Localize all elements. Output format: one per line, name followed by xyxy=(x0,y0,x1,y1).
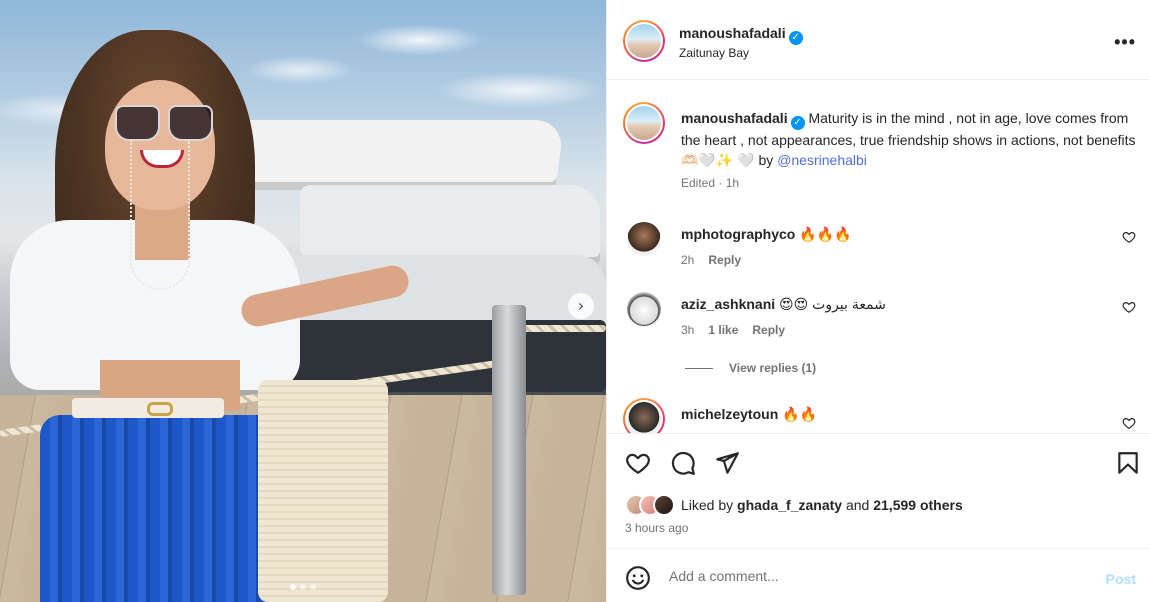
next-icon: › xyxy=(577,296,585,315)
comment-meta: 2h Reply xyxy=(681,253,741,267)
caption-meta: Edited · 1h xyxy=(681,176,740,190)
comment-username[interactable]: mphotographyco xyxy=(681,226,795,242)
post-actions: Liked by ghada_f_zanaty and 21,599 other… xyxy=(607,433,1149,549)
avatar-image xyxy=(627,24,661,58)
post-side-panel: manoushafadali ✓ Zaitunay Bay ••• manoush… xyxy=(606,0,1149,602)
view-replies-button[interactable]: View replies (1) xyxy=(685,361,816,375)
comment-time: 3h xyxy=(681,323,695,337)
caption-mention-link[interactable]: @nesrinehalbi xyxy=(777,152,867,168)
comment-item: michelzeytoun 🔥🔥 xyxy=(607,398,1149,433)
photo-bag xyxy=(258,380,388,602)
reply-button[interactable]: Reply xyxy=(708,253,741,267)
carousel-dot xyxy=(300,584,306,590)
more-options-button[interactable]: ••• xyxy=(1114,32,1136,53)
comment-text: 🔥🔥 xyxy=(782,406,818,422)
likes-count[interactable]: 21,599 others xyxy=(873,497,963,513)
emoji-icon[interactable] xyxy=(625,565,651,591)
liker-avatar[interactable] xyxy=(653,494,675,516)
photo-bollard xyxy=(492,305,526,595)
comment-item: aziz_ashknani 😍😍 شمعة بيروت 3h 1 like Re… xyxy=(607,288,1149,358)
view-replies-divider xyxy=(685,367,713,369)
post-comment-button[interactable]: Post xyxy=(1106,571,1136,587)
post-timestamp[interactable]: 3 hours ago xyxy=(625,521,688,535)
comment-body: aziz_ashknani 😍😍 شمعة بيروت xyxy=(681,296,886,313)
avatar-image xyxy=(627,222,661,256)
comments-list[interactable]: manoushafadali ✓ Maturity is in the mind … xyxy=(607,80,1149,433)
post-caption: manoushafadali ✓ Maturity is in the mind … xyxy=(681,108,1136,170)
comment-item: mphotographyco 🔥🔥🔥 2h Reply xyxy=(607,218,1149,288)
comment-meta: 3h 1 like Reply xyxy=(681,323,785,337)
heart-icon[interactable] xyxy=(625,450,651,476)
photo-necklace xyxy=(130,140,190,290)
likes-middle: and xyxy=(842,497,874,513)
commenter-avatar[interactable] xyxy=(623,398,665,433)
avatar-image xyxy=(627,292,661,326)
author-username[interactable]: manoushafadali xyxy=(679,25,786,41)
comment-likes-count[interactable]: 1 like xyxy=(708,323,738,337)
likes-prefix: Liked by xyxy=(681,497,738,513)
reply-button[interactable]: Reply xyxy=(752,323,785,337)
share-icon[interactable] xyxy=(714,450,740,476)
carousel-dot xyxy=(310,584,316,590)
avatar-image xyxy=(625,400,663,433)
verified-icon: ✓ xyxy=(790,116,805,130)
photo-belt-buckle xyxy=(147,402,173,416)
more-icon: ••• xyxy=(1114,32,1136,52)
photo-sunglasses xyxy=(168,105,213,141)
comment-icon[interactable] xyxy=(670,450,696,476)
avatar-border xyxy=(623,222,665,264)
comment-body: michelzeytoun 🔥🔥 xyxy=(681,406,817,423)
add-comment-bar: Post xyxy=(607,549,1149,602)
like-comment-heart-icon[interactable] xyxy=(1122,300,1136,314)
post-location[interactable]: Zaitunay Bay xyxy=(679,46,749,60)
post-photo[interactable]: › xyxy=(0,0,606,602)
commenter-avatar[interactable] xyxy=(623,218,665,264)
comment-time: 2h xyxy=(681,253,695,267)
bookmark-icon[interactable] xyxy=(1115,450,1141,476)
photo-skirt xyxy=(40,415,290,602)
avatar-border xyxy=(623,398,665,433)
view-replies-label: View replies (1) xyxy=(729,361,817,375)
avatar-border xyxy=(625,104,663,142)
comment-input[interactable] xyxy=(669,563,1089,589)
comment-username[interactable]: aziz_ashknani xyxy=(681,296,775,312)
comment-text: 😍😍 شمعة بيروت xyxy=(779,296,886,312)
photo-boat xyxy=(225,120,565,190)
avatar-image xyxy=(627,106,661,140)
photo-sunglasses xyxy=(115,105,160,141)
like-comment-heart-icon[interactable] xyxy=(1122,230,1136,244)
commenter-avatar[interactable] xyxy=(623,288,665,334)
caption-username[interactable]: manoushafadali xyxy=(681,110,788,126)
photo-boat xyxy=(300,185,600,265)
author-avatar[interactable] xyxy=(623,20,665,62)
like-comment-heart-icon[interactable] xyxy=(1122,416,1136,430)
post-header: manoushafadali ✓ Zaitunay Bay ••• xyxy=(607,4,1149,80)
caption-author-avatar[interactable] xyxy=(623,102,665,144)
likes-summary: Liked by ghada_f_zanaty and 21,599 other… xyxy=(625,494,963,516)
avatar-border xyxy=(623,292,665,334)
liker-username[interactable]: ghada_f_zanaty xyxy=(737,497,842,513)
avatar-border xyxy=(625,22,663,60)
comment-body: mphotographyco 🔥🔥🔥 xyxy=(681,226,852,243)
photo-rope xyxy=(520,325,606,332)
next-slide-button[interactable]: › xyxy=(568,293,594,319)
verified-icon: ✓ xyxy=(788,31,803,45)
likes-text: Liked by ghada_f_zanaty and 21,599 other… xyxy=(681,497,963,513)
comment-username[interactable]: michelzeytoun xyxy=(681,406,778,422)
comment-text: 🔥🔥🔥 xyxy=(799,226,852,242)
carousel-dots xyxy=(290,584,316,590)
author-username-row: manoushafadali ✓ xyxy=(679,25,803,45)
carousel-dot-active xyxy=(290,584,296,590)
